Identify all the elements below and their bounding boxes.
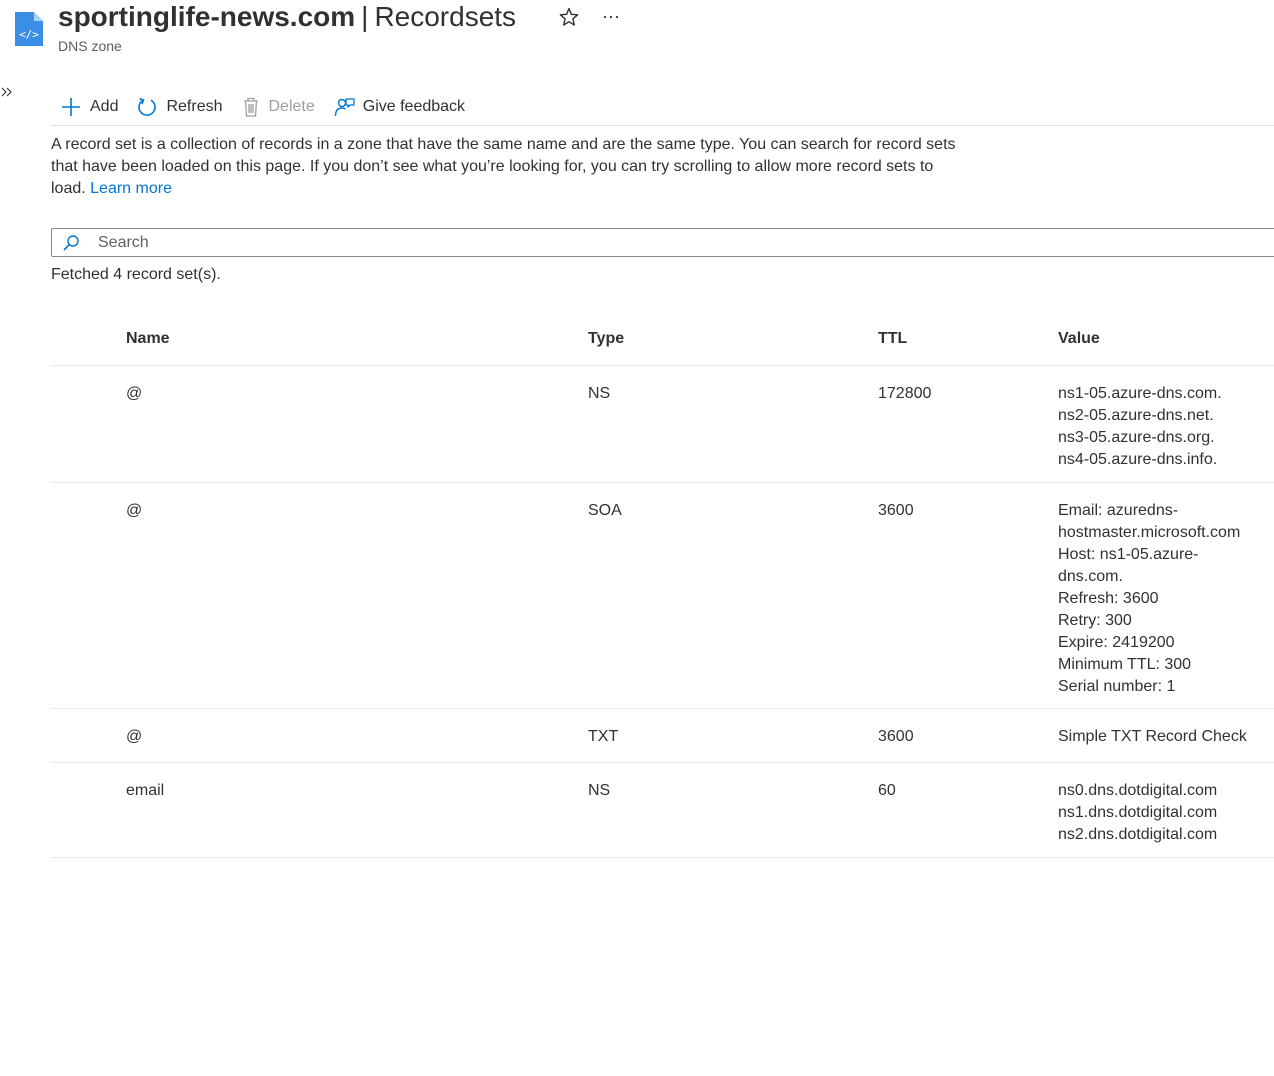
record-ttl: 3600 [878,502,914,519]
dns-zone-file-icon: </> [15,12,43,46]
refresh-icon [138,97,157,116]
record-name: email [126,782,165,799]
add-button[interactable]: Add [51,91,127,123]
record-value: ns1-05.azure-dns.com. ns2-05.azure-dns.n… [1058,383,1258,471]
column-header-name[interactable]: Name [126,330,170,348]
title-separator: | [361,1,369,32]
record-name: @ [126,385,143,402]
star-icon[interactable] [558,6,580,28]
table-row[interactable]: @ NS 172800 ns1-05.azure-dns.com. ns2-05… [51,366,1274,483]
give-feedback-button[interactable]: Give feedback [324,91,474,123]
record-value-line: Simple TXT Record Check [1058,728,1247,745]
recordset-description: A record set is a collection of records … [51,134,971,200]
more-dots-icon [603,15,619,19]
record-value-line: Minimum TTL: 300 [1058,656,1192,673]
plus-icon [62,97,80,116]
record-value-line: Expire: 2419200 [1058,634,1175,651]
record-value-line: ns1.dns.dotdigital.com [1058,804,1218,821]
record-value-line: Retry: 300 [1058,612,1132,629]
trash-icon [243,97,258,117]
feedback-icon [334,97,355,116]
refresh-button[interactable]: Refresh [127,91,231,123]
delete-button-label: Delete [268,97,315,115]
refresh-button-label: Refresh [166,97,223,115]
record-value-line: dns.com. [1058,568,1123,585]
record-value-line: ns2.dns.dotdigital.com [1058,826,1218,843]
column-header-value[interactable]: Value [1058,330,1258,348]
fetched-status: Fetched 4 record set(s). [51,266,221,283]
record-value-line: ns2-05.azure-dns.net. [1058,407,1214,424]
record-value: ns0.dns.dotdigital.com ns1.dns.dotdigita… [1058,780,1258,846]
expand-icon[interactable] [0,84,14,100]
resource-name: sportinglife-news.com [58,1,356,32]
recordsets-table: Name Type TTL Value @ NS 172800 ns1-05.a… [51,314,1274,858]
column-header-ttl[interactable]: TTL [878,330,907,348]
record-value: Simple TXT Record Check [1058,726,1258,748]
table-header: Name Type TTL Value [51,314,1274,366]
record-value-line: hostmaster.microsoft.com [1058,524,1241,541]
search-icon [63,234,79,251]
search-input[interactable] [96,232,1196,253]
page-header: </> sportinglife-news.com | Recordsets DNS… [0,0,1274,70]
record-ttl: 172800 [878,385,932,402]
record-name: @ [126,728,143,745]
record-value-line: ns1-05.azure-dns.com. [1058,385,1222,402]
add-button-label: Add [90,97,119,115]
record-value: Email: azuredns- hostmaster.microsoft.co… [1058,500,1258,698]
record-value-line: ns4-05.azure-dns.info. [1058,451,1218,468]
record-value-line: ns0.dns.dotdigital.com [1058,782,1218,799]
record-type: NS [588,782,611,799]
table-row[interactable]: email NS 60 ns0.dns.dotdigital.com ns1.d… [51,763,1274,858]
record-value-line: Email: azuredns- [1058,502,1179,519]
table-row[interactable]: @ SOA 3600 Email: azuredns- hostmaster.m… [51,483,1274,709]
delete-button[interactable]: Delete [232,91,324,123]
more-icon[interactable] [600,6,622,28]
record-value-line: ns3-05.azure-dns.org. [1058,429,1215,446]
record-type: TXT [588,728,619,745]
search-box[interactable] [51,228,1274,257]
record-type: SOA [588,502,622,519]
section-name: Recordsets [374,1,517,32]
record-ttl: 60 [878,782,896,799]
record-type: NS [588,385,611,402]
record-value-line: Serial number: 1 [1058,678,1176,695]
column-header-type[interactable]: Type [588,330,624,348]
description-text: A record set is a collection of records … [51,136,956,197]
table-row[interactable]: @ TXT 3600 Simple TXT Record Check [51,709,1274,763]
record-ttl: 3600 [878,728,914,745]
page-title: sportinglife-news.com | Recordsets [58,0,516,34]
record-value-line: Refresh: 3600 [1058,590,1159,607]
page-subtitle: DNS zone [58,38,122,54]
svg-text:</>: </> [19,28,39,41]
record-name: @ [126,502,143,519]
learn-more-link[interactable]: Learn more [90,180,172,197]
give-feedback-button-label: Give feedback [362,97,466,115]
record-value-line: Host: ns1-05.azure- [1058,546,1199,563]
command-bar: Add Refresh Delete Give feedback [51,88,1274,126]
